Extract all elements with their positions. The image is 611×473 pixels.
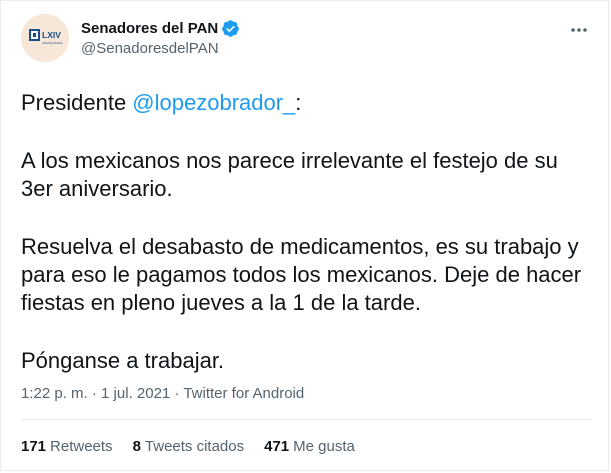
tweet-metadata: 1:22 p. m. · 1 jul. 2021 · Twitter for A… [21,385,305,402]
svg-text:LXIV: LXIV [42,30,61,40]
svg-text:LEGISLATURA: LEGISLATURA [42,41,62,45]
author-display-name[interactable]: Senadores del PAN [81,20,218,37]
senate-logo-icon: LXIV LEGISLATURA [21,14,69,62]
more-options-icon[interactable] [566,20,592,40]
likes-stat[interactable]: 471 Me gusta [264,438,355,455]
tweet-source[interactable]: Twitter for Android [183,385,304,402]
quote-tweets-stat[interactable]: 8 Tweets citados [133,438,245,455]
tweet-paragraph: Resuelva el desabasto de medicamentos, e… [21,234,582,315]
tweet-card: LXIV LEGISLATURA Senadores del PAN @Sena… [0,0,609,471]
divider [21,419,592,420]
tweet-paragraph: A los mexicanos nos parece irrelevante e… [21,148,558,201]
verified-badge-icon [221,19,240,38]
tweet-header: LXIV LEGISLATURA Senadores del PAN @Sena… [21,14,592,66]
tweet-paragraph: Pónganse a trabajar. [21,348,225,373]
avatar[interactable]: LXIV LEGISLATURA [21,14,69,62]
author-handle[interactable]: @SenadoresdelPAN [81,40,240,57]
tweet-text: Presidente @lopezobrador_: A los mexican… [21,89,594,375]
tweet-time[interactable]: 1:22 p. m. [21,385,88,402]
tweet-stats: 171 Retweets 8 Tweets citados 471 Me gusta [21,438,375,455]
tweet-paragraph: Presidente @lopezobrador_: [21,90,302,115]
retweets-stat[interactable]: 171 Retweets [21,438,113,455]
author-names: Senadores del PAN @SenadoresdelPAN [81,18,240,57]
mention-link[interactable]: @lopezobrador_ [132,90,295,115]
tweet-date[interactable]: 1 jul. 2021 [101,385,170,402]
